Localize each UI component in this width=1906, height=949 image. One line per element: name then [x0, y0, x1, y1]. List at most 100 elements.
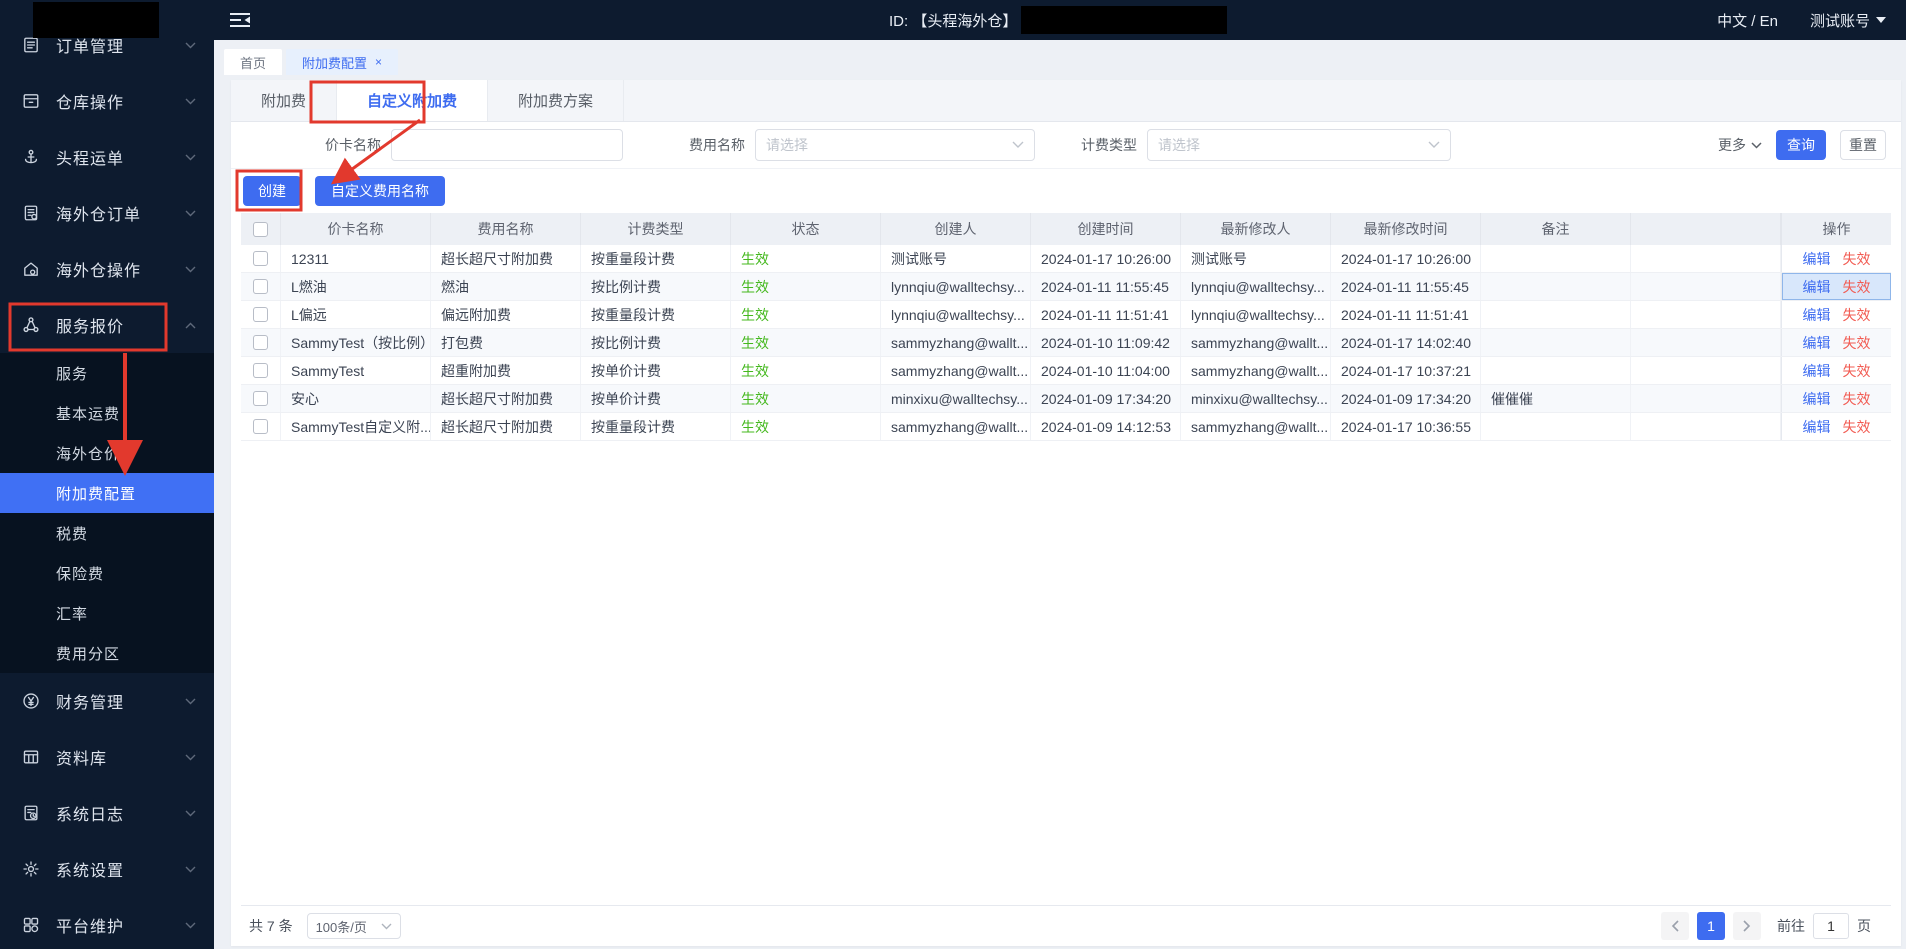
cell-modify_time: 2024-01-17 14:02:40 [1331, 329, 1481, 356]
sidebar-item-仓库操作[interactable]: 仓库操作 [0, 73, 214, 129]
cell-spacer [1631, 245, 1781, 272]
sidebar-subitem-税费[interactable]: 税费 [0, 513, 214, 553]
sidebar-item-系统日志[interactable]: 系统日志 [0, 785, 214, 841]
cell-fee_name: 打包费 [431, 329, 581, 356]
chevron-down-icon [185, 810, 196, 816]
row-checkbox[interactable] [253, 391, 268, 406]
sidebar-item-服务报价[interactable]: 服务报价 [0, 297, 214, 353]
sidebar-item-label: 海外仓订单 [56, 207, 142, 224]
prev-page-button[interactable] [1661, 912, 1689, 940]
disable-link[interactable]: 失效 [1843, 333, 1871, 353]
disable-link[interactable]: 失效 [1843, 389, 1871, 409]
account-dropdown[interactable]: 测试账号 [1810, 10, 1886, 31]
edit-link[interactable]: 编辑 [1803, 277, 1831, 297]
cell-fee_name: 超长超尺寸附加费 [431, 413, 581, 440]
sidebar-subitem-基本运费[interactable]: 基本运费 [0, 393, 214, 433]
sidebar-subitem-海外仓价卡[interactable]: 海外仓价卡 [0, 433, 214, 473]
billing-type-label: 计费类型 [1081, 137, 1137, 153]
sidebar-item-平台维护[interactable]: 平台维护 [0, 897, 214, 949]
sidebar-item-头程运单[interactable]: 头程运单 [0, 129, 214, 185]
table-row: L燃油 燃油 按比例计费 生效 lynnqiu@walltechsy... 2024-01… [241, 273, 1891, 301]
page-tab-首页[interactable]: 首页 [224, 49, 283, 75]
chevron-down-icon [381, 923, 392, 929]
cell-remark [1481, 329, 1631, 356]
cell-creator: minxixu@walltechsy... [881, 385, 1031, 412]
disable-link[interactable]: 失效 [1843, 277, 1871, 297]
tab-close-icon[interactable]: × [375, 56, 382, 68]
sidebar-subitem-服务[interactable]: 服务 [0, 353, 214, 393]
disable-link[interactable]: 失效 [1843, 249, 1871, 269]
row-checkbox[interactable] [253, 251, 268, 266]
sidebar-collapse-icon[interactable] [229, 11, 251, 29]
row-checkbox[interactable] [253, 335, 268, 350]
sub-tab-附加费方案[interactable]: 附加费方案 [488, 80, 625, 121]
sidebar-subitem-费用分区[interactable]: 费用分区 [0, 633, 214, 673]
sidebar-item-系统设置[interactable]: 系统设置 [0, 841, 214, 897]
table-body: 12311 超长超尺寸附加费 按重量段计费 生效 测试账号 2024-01-17 10:2… [241, 245, 1891, 441]
sidebar-subitem-附加费配置[interactable]: 附加费配置 [0, 473, 214, 513]
cell-fee_name: 燃油 [431, 273, 581, 300]
cell-price_card: SammyTest（按比例） [281, 329, 431, 356]
sidebar: 订单管理 仓库操作 头程运单 海外仓订单 海外仓操作 服务报价 服务 基本运费 海外… [0, 0, 214, 949]
table-row: SammyTest（按比例） 打包费 按比例计费 生效 sammyzhang@wallt… [241, 329, 1891, 357]
sidebar-subitem-保险费[interactable]: 保险费 [0, 553, 214, 593]
chevron-down-icon [1428, 141, 1440, 148]
search-button[interactable]: 查询 [1776, 130, 1826, 160]
disable-link[interactable]: 失效 [1843, 305, 1871, 325]
cell-price_card: SammyTest自定义附... [281, 413, 431, 440]
disable-link[interactable]: 失效 [1843, 361, 1871, 381]
page-number-button[interactable]: 1 [1697, 912, 1725, 940]
row-checkbox[interactable] [253, 363, 268, 378]
column-header-计费类型: 计费类型 [581, 213, 731, 245]
edit-link[interactable]: 编辑 [1803, 389, 1831, 409]
edit-link[interactable]: 编辑 [1803, 333, 1831, 353]
create-button[interactable]: 创建 [243, 176, 301, 206]
sub-tab-附加费[interactable]: 附加费 [231, 80, 338, 121]
sidebar-item-财务管理[interactable]: 财务管理 [0, 673, 214, 729]
row-checkbox[interactable] [253, 279, 268, 294]
goto-page-input[interactable] [1813, 913, 1849, 939]
disable-link[interactable]: 失效 [1843, 417, 1871, 437]
language-switch[interactable]: 中文 / En [1717, 10, 1778, 31]
chevron-down-icon [185, 266, 196, 272]
page-size-select[interactable]: 100条/页 [306, 913, 401, 939]
cell-create_time: 2024-01-11 11:51:41 [1031, 301, 1181, 328]
cell-spacer [1631, 301, 1781, 328]
cell-billing_type: 按比例计费 [581, 329, 731, 356]
price-card-name-input[interactable] [391, 129, 623, 161]
sub-tab-自定义附加费[interactable]: 自定义附加费 [337, 80, 489, 121]
custom-fee-name-button[interactable]: 自定义费用名称 [315, 176, 445, 206]
row-checkbox[interactable] [253, 307, 268, 322]
fee-name-select[interactable]: 请选择 [755, 129, 1035, 161]
sub-tabs: 附加费 自定义附加费 附加费方案 [231, 80, 1901, 122]
select-all-checkbox[interactable] [253, 221, 268, 237]
reset-button[interactable]: 重置 [1840, 130, 1886, 160]
row-checkbox[interactable] [253, 419, 268, 434]
edit-link[interactable]: 编辑 [1803, 361, 1831, 381]
billing-type-select[interactable]: 请选择 [1147, 129, 1451, 161]
sidebar-item-海外仓操作[interactable]: 海外仓操作 [0, 241, 214, 297]
cell-price_card: 12311 [281, 245, 431, 272]
overseas-order-icon [24, 205, 38, 221]
cell-modifier: 测试账号 [1181, 245, 1331, 272]
sidebar-item-资料库[interactable]: 资料库 [0, 729, 214, 785]
edit-link[interactable]: 编辑 [1803, 417, 1831, 437]
cell-fee_name: 超重附加费 [431, 357, 581, 384]
total-count-text: 共 7 条 [249, 918, 293, 934]
cell-modifier: sammyzhang@wallt... [1181, 357, 1331, 384]
cell-remark [1481, 413, 1631, 440]
cell-modify_time: 2024-01-09 17:34:20 [1331, 385, 1481, 412]
page-tabs: 首页 附加费配置 × [224, 49, 1901, 75]
page-tab-附加费配置[interactable]: 附加费配置 × [286, 49, 399, 75]
more-filters-toggle[interactable]: 更多 [1718, 135, 1762, 155]
row-checkbox-cell [241, 413, 281, 440]
goto-page-label: 前往 [1777, 918, 1805, 934]
sidebar-item-海外仓订单[interactable]: 海外仓订单 [0, 185, 214, 241]
next-page-button[interactable] [1733, 912, 1761, 940]
cell-status: 生效 [731, 301, 881, 328]
edit-link[interactable]: 编辑 [1803, 249, 1831, 269]
column-header-费用名称: 费用名称 [431, 213, 581, 245]
edit-link[interactable]: 编辑 [1803, 305, 1831, 325]
sidebar-subitem-汇率[interactable]: 汇率 [0, 593, 214, 633]
cell-actions: 编辑 失效 [1781, 385, 1891, 412]
